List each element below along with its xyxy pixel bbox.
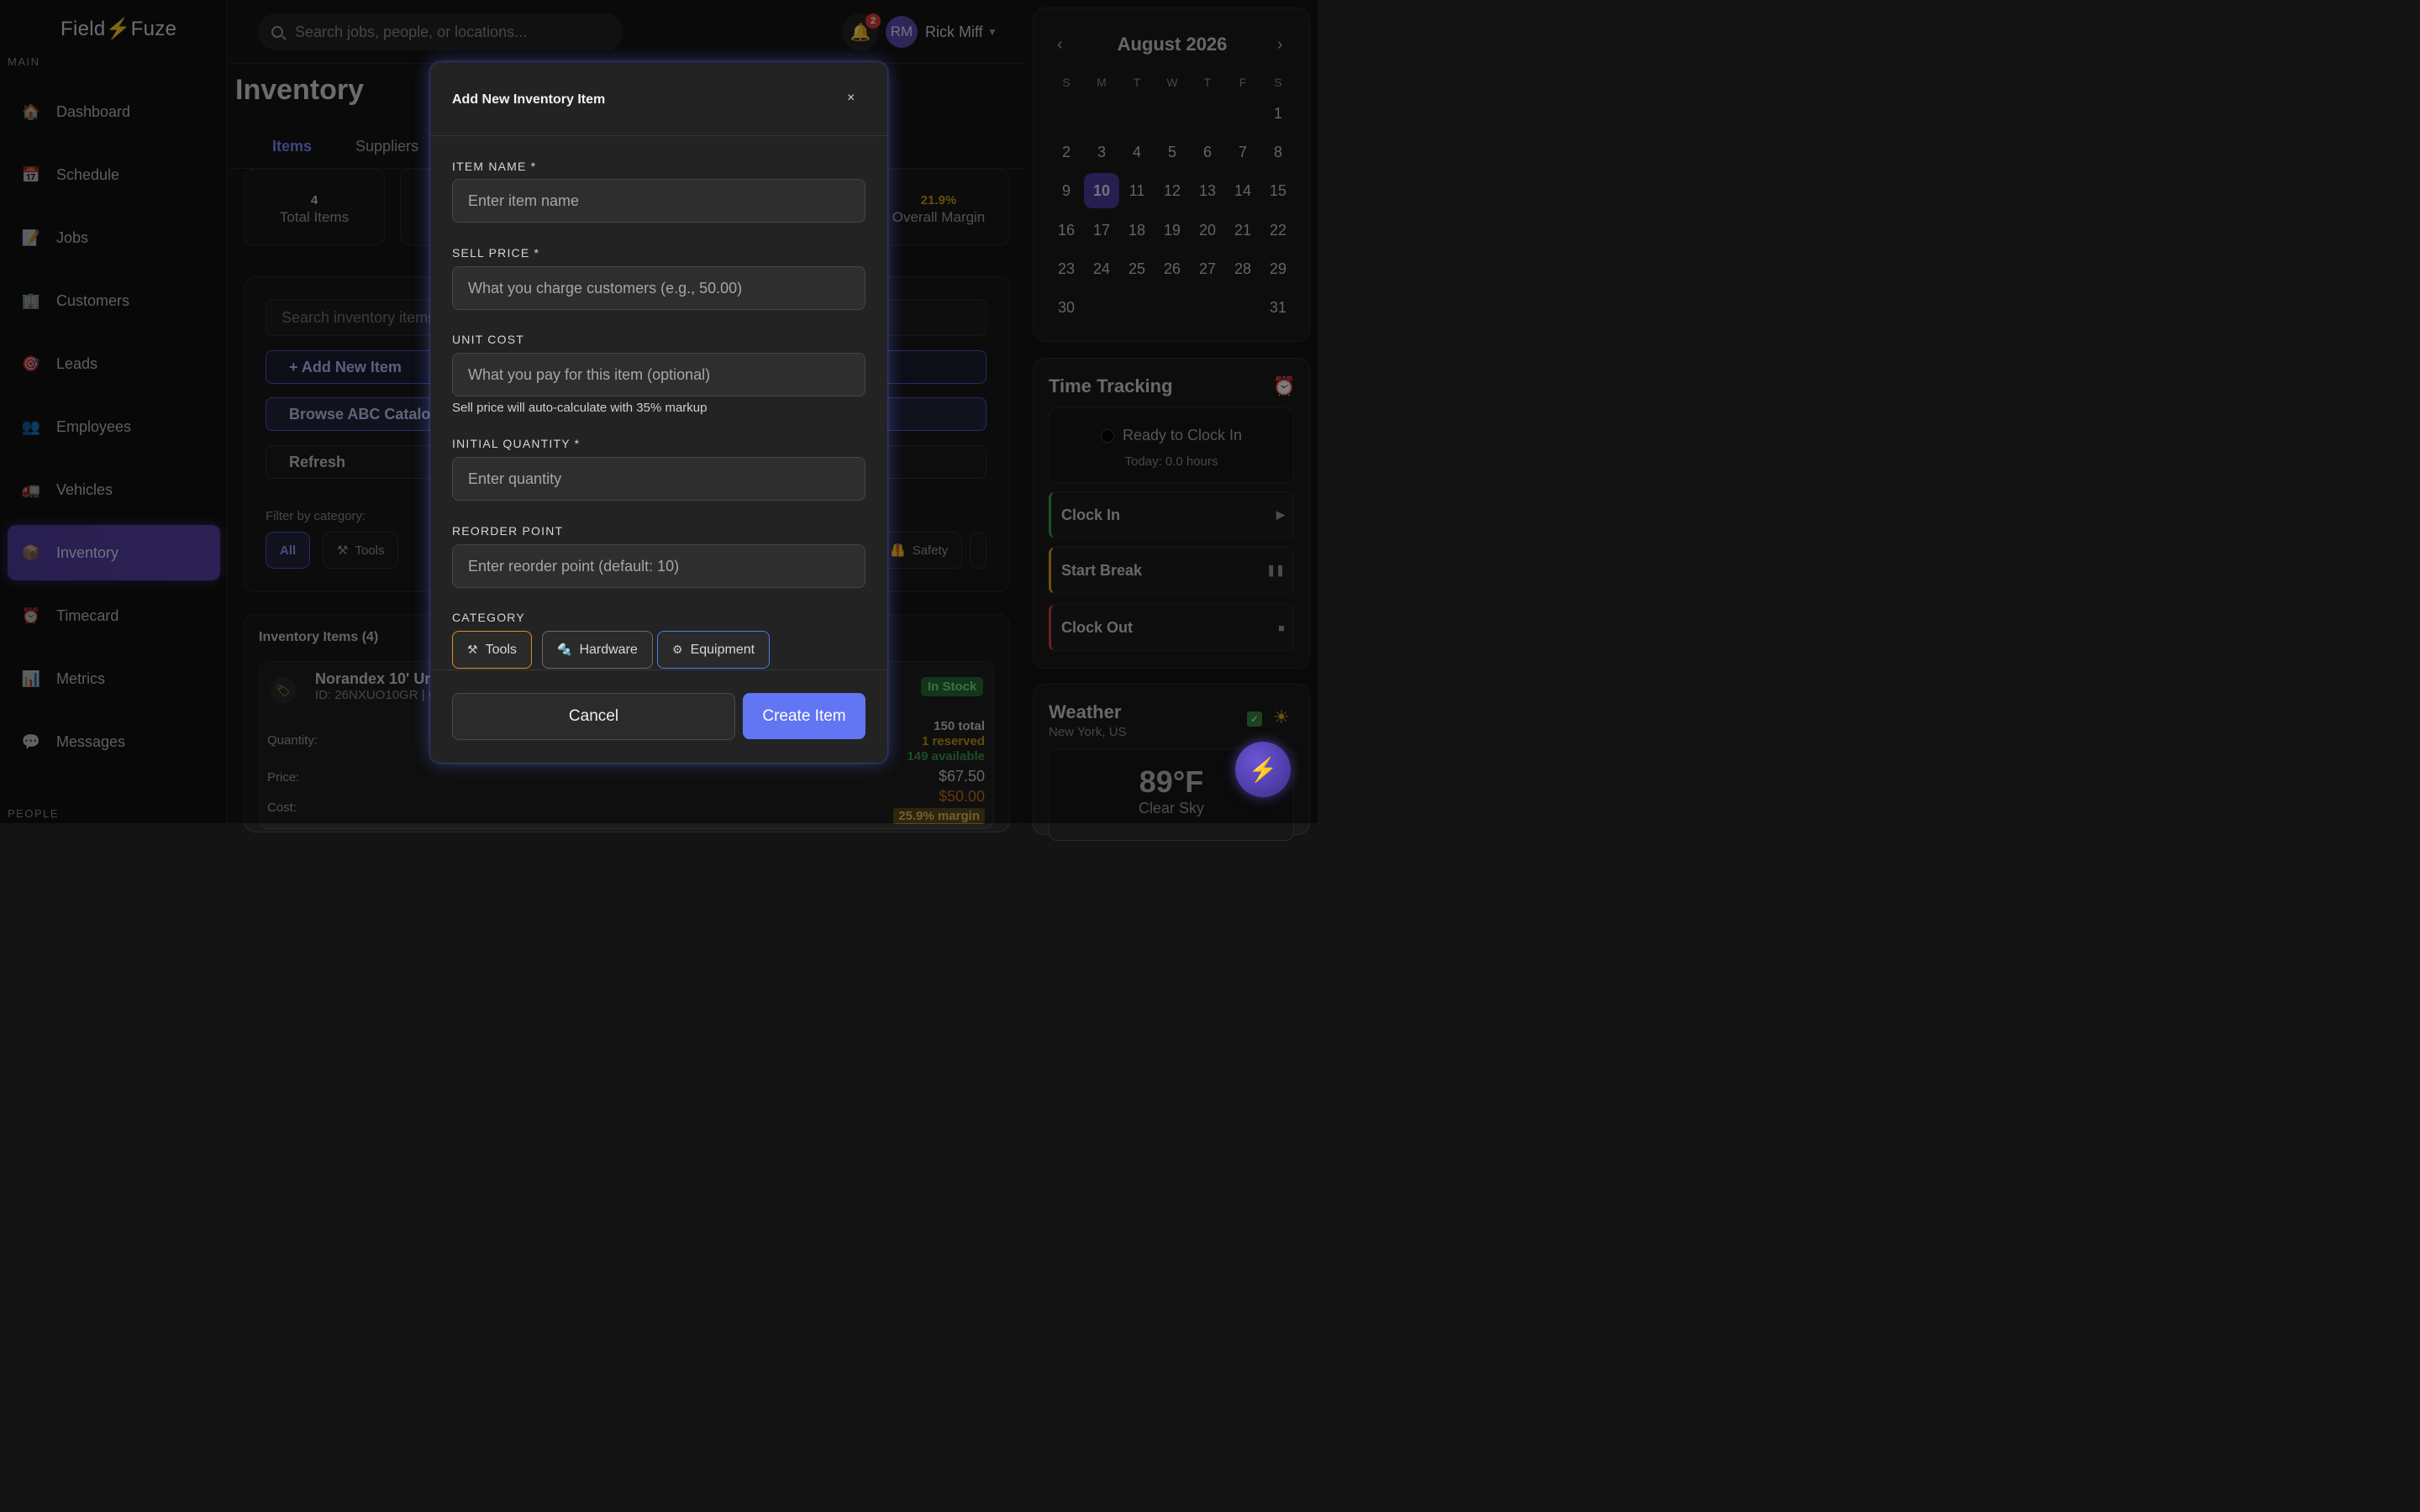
category-label-text: Tools <box>485 642 517 657</box>
gear-icon: ⚙ <box>672 643 683 656</box>
item-name-input[interactable] <box>452 179 865 223</box>
assistant-lightning-icon[interactable]: ⚡ <box>1235 742 1291 797</box>
close-icon[interactable]: × <box>847 91 855 106</box>
category-tools-button[interactable]: ⚒ Tools <box>452 631 532 669</box>
cancel-button[interactable]: Cancel <box>452 693 735 740</box>
modal-title: Add New Inventory Item <box>452 92 606 107</box>
category-equipment-button[interactable]: ⚙ Equipment <box>657 631 771 669</box>
hammer-icon: ⚒ <box>467 643 478 656</box>
unit-cost-label: UNIT COST <box>452 333 524 346</box>
sell-price-label: SELL PRICE * <box>452 246 540 260</box>
add-inventory-modal: Add New Inventory Item × ITEM NAME * SEL… <box>430 62 887 763</box>
initial-quantity-label: INITIAL QUANTITY * <box>452 437 581 450</box>
item-name-label: ITEM NAME * <box>452 160 537 173</box>
sell-price-input[interactable] <box>452 266 865 310</box>
wrench-icon: 🔩 <box>557 643 572 656</box>
category-label-text: Hardware <box>579 642 638 657</box>
create-item-button[interactable]: Create Item <box>743 693 865 739</box>
initial-quantity-input[interactable] <box>452 457 865 501</box>
modal-footer-divider <box>430 669 887 670</box>
unit-cost-input[interactable] <box>452 353 865 396</box>
category-label: CATEGORY <box>452 611 525 624</box>
markup-hint: Sell price will auto-calculate with 35% … <box>452 401 708 415</box>
category-label-text: Equipment <box>690 642 755 657</box>
category-hardware-button[interactable]: 🔩 Hardware <box>542 631 653 669</box>
modal-divider <box>430 135 887 136</box>
reorder-point-input[interactable] <box>452 544 865 588</box>
reorder-point-label: REORDER POINT <box>452 524 564 538</box>
